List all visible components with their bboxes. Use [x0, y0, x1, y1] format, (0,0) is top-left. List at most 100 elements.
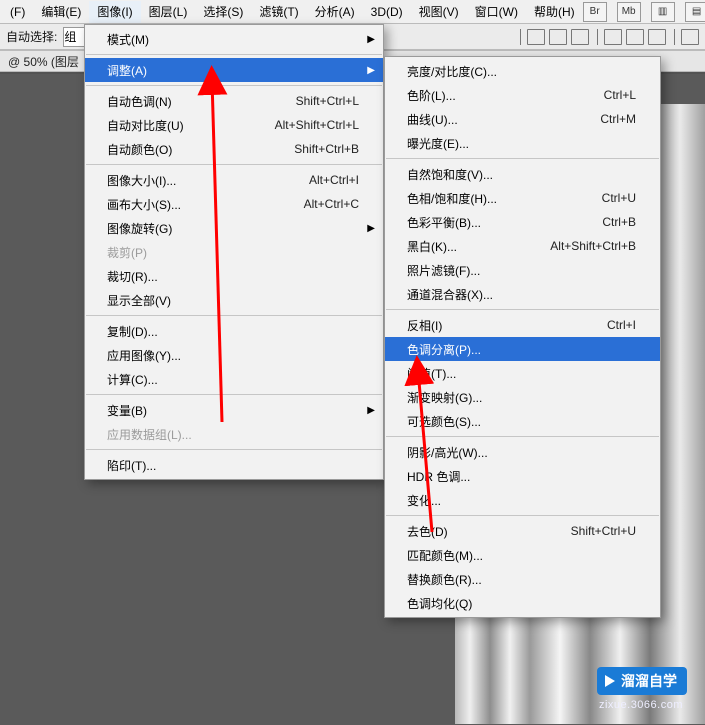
submenu-arrow-icon: ▶ — [367, 405, 375, 416]
adjust-menu-item[interactable]: 可选颜色(S)... — [385, 409, 660, 433]
align-right-icon[interactable] — [571, 29, 589, 45]
menu-item-label: 自动对比度(U) — [107, 117, 245, 134]
adjust-menu-item[interactable]: 色阶(L)... Ctrl+L — [385, 83, 660, 107]
align-left-icon[interactable] — [527, 29, 545, 45]
adjust-menu-item[interactable]: 色调均化(Q) — [385, 591, 660, 615]
align-center-icon[interactable] — [549, 29, 567, 45]
adjust-menu-item[interactable]: 匹配颜色(M)... — [385, 543, 660, 567]
menu-item-label: 自动色调(N) — [107, 93, 266, 110]
menu-item-label: 画布大小(S)... — [107, 196, 274, 213]
adjust-menu-item[interactable]: 去色(D)Shift+Ctrl+U — [385, 519, 660, 543]
menu-window[interactable]: 窗口(W) — [467, 1, 526, 23]
image-menu-item[interactable]: 图像大小(I)...Alt+Ctrl+I — [85, 168, 383, 192]
menu-item-label: 照片滤镜(F)... — [407, 262, 636, 279]
adjust-menu-item[interactable]: 渐变映射(G)... — [385, 385, 660, 409]
distribute-v-icon[interactable] — [626, 29, 644, 45]
adjust-menu-item[interactable]: 亮度/对比度(C)... — [385, 59, 660, 83]
adjust-menu-item[interactable]: 通道混合器(X)... — [385, 282, 660, 306]
menu-item-label: 自然饱和度(V)... — [407, 166, 636, 183]
adjustments-submenu: 亮度/对比度(C)... 色阶(L)... Ctrl+L 曲线(U)...Ctrl+M… — [384, 56, 661, 618]
menu-item-shortcut: Ctrl+B — [602, 215, 636, 229]
distribute-h-icon[interactable] — [604, 29, 622, 45]
menu-item-label: 色阶(L)... — [407, 87, 574, 104]
image-menu-item[interactable]: 画布大小(S)...Alt+Ctrl+C — [85, 192, 383, 216]
menu-item-label: 裁剪(P) — [107, 244, 359, 261]
menu-3d[interactable]: 3D(D) — [363, 1, 411, 23]
menu-item-shortcut: Alt+Shift+Ctrl+L — [275, 118, 359, 132]
image-menu-item[interactable]: 陷印(T)... — [85, 453, 383, 477]
menu-item-shortcut: Ctrl+L — [604, 88, 636, 102]
adjust-menu-item[interactable]: 阈值(T)... — [385, 361, 660, 385]
document-tab-label: @ 50% (图层 — [8, 53, 79, 70]
image-menu-item[interactable]: 自动颜色(O)Shift+Ctrl+B — [85, 137, 383, 161]
adjust-menu-item[interactable]: 替换颜色(R)... — [385, 567, 660, 591]
menu-item-shortcut: Ctrl+I — [607, 318, 636, 332]
image-menu-item[interactable]: 应用图像(Y)... — [85, 343, 383, 367]
menu-separator — [86, 164, 382, 165]
menu-item-label: 曲线(U)... — [407, 111, 570, 128]
image-menu-item[interactable]: 模式(M) ▶ — [85, 27, 383, 51]
image-menu-item[interactable]: 变量(B) ▶ — [85, 398, 383, 422]
menu-filter[interactable]: 滤镜(T) — [251, 1, 306, 23]
menu-item-label: 色调分离(P)... — [407, 341, 636, 358]
auto-select-label: 自动选择: — [6, 28, 57, 45]
menubar: (F) 编辑(E) 图像(I) 图层(L) 选择(S) 滤镜(T) 分析(A) … — [0, 0, 705, 24]
image-menu-item[interactable]: 显示全部(V) — [85, 288, 383, 312]
image-menu-item[interactable]: 自动对比度(U) Alt+Shift+Ctrl+L — [85, 113, 383, 137]
menu-item-label: 裁切(R)... — [107, 268, 359, 285]
adjust-menu-item[interactable]: 曲线(U)...Ctrl+M — [385, 107, 660, 131]
distribute-c-icon[interactable] — [648, 29, 666, 45]
menu-item-label: 计算(C)... — [107, 371, 359, 388]
menu-select[interactable]: 选择(S) — [195, 1, 251, 23]
menu-separator — [386, 436, 659, 437]
image-menu-item[interactable]: 计算(C)... — [85, 367, 383, 391]
mb-icon[interactable]: Mb — [617, 2, 641, 22]
arrange-icon[interactable]: ▤ — [685, 2, 705, 22]
menu-item-shortcut: Shift+Ctrl+L — [296, 94, 359, 108]
image-menu-item[interactable]: 图像旋转(G)▶ — [85, 216, 383, 240]
menu-image[interactable]: 图像(I) — [89, 1, 140, 23]
screen-mode-icon[interactable]: ▥ — [651, 2, 675, 22]
image-menu-item[interactable]: 自动色调(N) Shift+Ctrl+L — [85, 89, 383, 113]
menu-view[interactable]: 视图(V) — [411, 1, 467, 23]
adjust-menu-item[interactable]: 色调分离(P)... — [385, 337, 660, 361]
menu-analysis[interactable]: 分析(A) — [307, 1, 363, 23]
menu-item-label: 图像大小(I)... — [107, 172, 279, 189]
adjust-menu-item[interactable]: HDR 色调... — [385, 464, 660, 488]
menu-help[interactable]: 帮助(H) — [526, 1, 583, 23]
adjust-menu-item[interactable]: 色彩平衡(B)... Ctrl+B — [385, 210, 660, 234]
adjust-menu-item[interactable]: 照片滤镜(F)... — [385, 258, 660, 282]
menu-separator — [86, 394, 382, 395]
submenu-arrow-icon: ▶ — [367, 34, 375, 45]
adjust-menu-item[interactable]: 自然饱和度(V)... — [385, 162, 660, 186]
menu-edit[interactable]: 编辑(E) — [33, 1, 89, 23]
image-menu-item[interactable]: 裁切(R)... — [85, 264, 383, 288]
menu-item-shortcut: Alt+Shift+Ctrl+B — [550, 239, 636, 253]
menu-item-label: 图像旋转(G) — [107, 220, 359, 237]
play-icon — [605, 675, 615, 687]
menu-item-label: 色相/饱和度(H)... — [407, 190, 572, 207]
menu-item-label: 变量(B) — [107, 402, 359, 419]
adjust-menu-item[interactable]: 阴影/高光(W)... — [385, 440, 660, 464]
auto-align-icon[interactable] — [681, 29, 699, 45]
menu-item-label: 曝光度(E)... — [407, 135, 636, 152]
image-menu-item: 裁剪(P) — [85, 240, 383, 264]
menu-separator — [86, 315, 382, 316]
menu-separator — [386, 309, 659, 310]
menu-item-label: 色彩平衡(B)... — [407, 214, 572, 231]
adjust-menu-item[interactable]: 曝光度(E)... — [385, 131, 660, 155]
menu-item-label: 应用数据组(L)... — [107, 426, 359, 443]
image-menu-item[interactable]: 调整(A)▶ — [85, 58, 383, 82]
adjust-menu-item[interactable]: 变化... — [385, 488, 660, 512]
menu-item-label: 可选颜色(S)... — [407, 413, 636, 430]
adjust-menu-item[interactable]: 色相/饱和度(H)...Ctrl+U — [385, 186, 660, 210]
menu-file[interactable]: (F) — [2, 1, 33, 23]
image-menu-item[interactable]: 复制(D)... — [85, 319, 383, 343]
bridge-icon[interactable]: Br — [583, 2, 607, 22]
menu-item-label: 复制(D)... — [107, 323, 359, 340]
menu-item-label: 黑白(K)... — [407, 238, 520, 255]
menu-item-label: 模式(M) — [107, 31, 359, 48]
adjust-menu-item[interactable]: 黑白(K)... Alt+Shift+Ctrl+B — [385, 234, 660, 258]
menu-layer[interactable]: 图层(L) — [141, 1, 196, 23]
adjust-menu-item[interactable]: 反相(I)Ctrl+I — [385, 313, 660, 337]
